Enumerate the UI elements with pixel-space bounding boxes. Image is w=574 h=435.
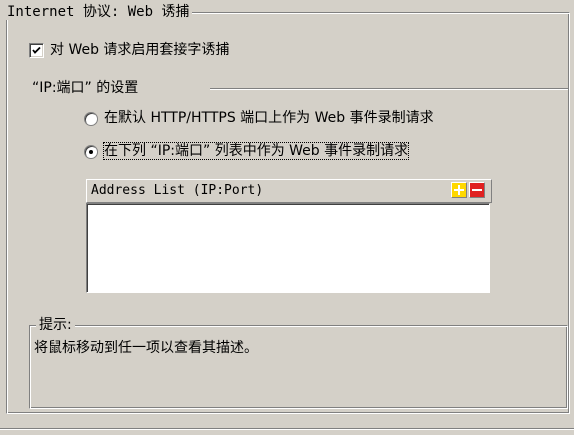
checkmark-icon (32, 46, 41, 54)
enable-socket-trap-label[interactable]: 对 Web 请求启用套接字诱捕 (50, 42, 229, 58)
ipport-separator (210, 88, 568, 90)
protocol-group-title: Internet 协议: Web 诱捕 (4, 4, 193, 20)
address-list-header: Address List (IP:Port) (86, 179, 492, 203)
window-bottom-edge (0, 428, 574, 430)
radio-ipport-list-label[interactable]: 在下列 “IP:端口” 列表中作为 Web 事件录制请求 (102, 142, 410, 160)
plus-icon (454, 185, 464, 195)
address-list-title: Address List (IP:Port) (91, 183, 264, 198)
hint-title: 提示: (36, 317, 75, 333)
remove-address-button[interactable] (469, 182, 485, 198)
radio-ipport-list[interactable] (84, 145, 98, 159)
ipport-settings-title: “IP:端口” 的设置 (32, 80, 139, 96)
radio-selected-dot (89, 150, 93, 154)
add-address-button[interactable] (451, 182, 467, 198)
enable-socket-trap-checkbox[interactable] (29, 43, 44, 58)
radio-default-ports-label[interactable]: 在默认 HTTP/HTTPS 端口上作为 Web 事件录制请求 (104, 110, 434, 126)
radio-default-ports[interactable] (84, 112, 98, 126)
hint-text: 将鼠标移动到任一项以查看其描述。 (34, 340, 258, 356)
minus-icon (472, 189, 482, 191)
address-list[interactable] (86, 203, 490, 293)
hint-groupbox (29, 325, 568, 409)
